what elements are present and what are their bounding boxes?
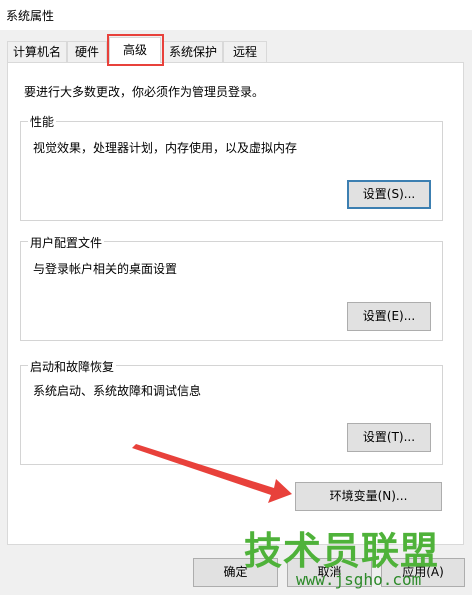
watermark-logo-text: 技术员联盟 (244, 529, 440, 573)
watermark: 技术员联盟 www.jsgho.com (236, 518, 472, 595)
startup-recovery-settings-button[interactable]: 设置(T)... (347, 423, 431, 452)
tab-computer-name[interactable]: 计算机名 (7, 41, 67, 62)
tab-hardware[interactable]: 硬件 (67, 41, 107, 62)
performance-description: 视觉效果，处理器计划，内存使用，以及虚拟内存 (33, 141, 298, 155)
admin-notice: 要进行大多数更改，你必须作为管理员登录。 (24, 85, 265, 99)
user-profiles-group-label: 用户配置文件 (28, 234, 105, 251)
watermark-url: www.jsgho.com (296, 570, 422, 589)
tab-system-protection[interactable]: 系统保护 (163, 41, 223, 62)
title-bar: 系统属性 (0, 0, 472, 30)
performance-group-label: 性能 (28, 113, 57, 130)
startup-recovery-description: 系统启动、系统故障和调试信息 (33, 384, 202, 398)
performance-settings-button[interactable]: 设置(S)... (347, 180, 431, 209)
environment-variables-button[interactable]: 环境变量(N)... (295, 482, 442, 511)
startup-recovery-group-label: 启动和故障恢复 (28, 358, 117, 375)
tab-remote[interactable]: 远程 (223, 41, 267, 62)
user-profiles-description: 与登录帐户相关的桌面设置 (33, 262, 178, 276)
window-title: 系统属性 (6, 9, 55, 23)
user-profiles-settings-button[interactable]: 设置(E)... (347, 302, 431, 331)
tab-highlight-box (107, 34, 164, 66)
